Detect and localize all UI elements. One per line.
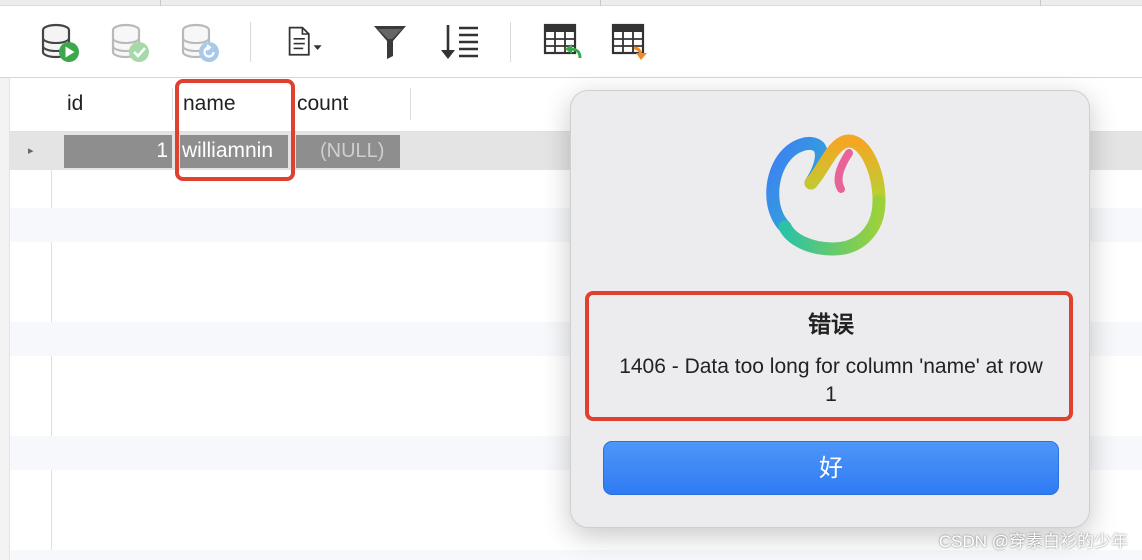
- toolbar-divider: [510, 22, 511, 62]
- error-message-highlight: [585, 291, 1073, 421]
- watermark: CSDN @穿素白衫的少年: [938, 532, 1128, 551]
- cell-id-value: 1: [156, 139, 168, 162]
- db-revert-icon: [181, 23, 219, 62]
- navicat-logo-icon: [766, 134, 886, 256]
- cell-count[interactable]: (NULL): [296, 135, 400, 168]
- filter-icon: [374, 26, 406, 59]
- db-commit-button[interactable]: [106, 18, 154, 66]
- column-divider[interactable]: [410, 88, 411, 120]
- import-table-button[interactable]: [538, 18, 586, 66]
- name-column-highlight: [175, 79, 295, 181]
- column-divider[interactable]: [172, 88, 173, 120]
- cell-count-value: (NULL): [320, 140, 385, 162]
- sort-button[interactable]: [436, 18, 484, 66]
- cell-id[interactable]: 1: [64, 135, 172, 168]
- document-dropdown-icon: [288, 26, 322, 56]
- document-dropdown-button[interactable]: [284, 18, 332, 66]
- row-marker-icon: ▸: [28, 145, 34, 157]
- export-table-icon: [611, 23, 647, 60]
- navicat-window: id name count ▸ 1 williamnin (NULL) 错误 1…: [0, 0, 1142, 560]
- sort-icon: [441, 25, 478, 59]
- toolbar-divider: [250, 22, 251, 62]
- left-scroll-edge: [0, 78, 10, 560]
- db-revert-button[interactable]: [176, 18, 224, 66]
- import-table-icon: [543, 23, 582, 59]
- ok-button[interactable]: 好: [603, 441, 1059, 495]
- filter-button[interactable]: [366, 18, 414, 66]
- db-run-button[interactable]: [36, 18, 84, 66]
- column-header-id[interactable]: id: [67, 92, 83, 116]
- db-run-icon: [41, 23, 79, 62]
- export-table-button[interactable]: [606, 18, 654, 66]
- toolbar: [0, 6, 1142, 78]
- db-commit-icon: [111, 23, 149, 62]
- column-header-count[interactable]: count: [297, 92, 348, 116]
- error-dialog: 错误 1406 - Data too long for column 'name…: [570, 90, 1090, 528]
